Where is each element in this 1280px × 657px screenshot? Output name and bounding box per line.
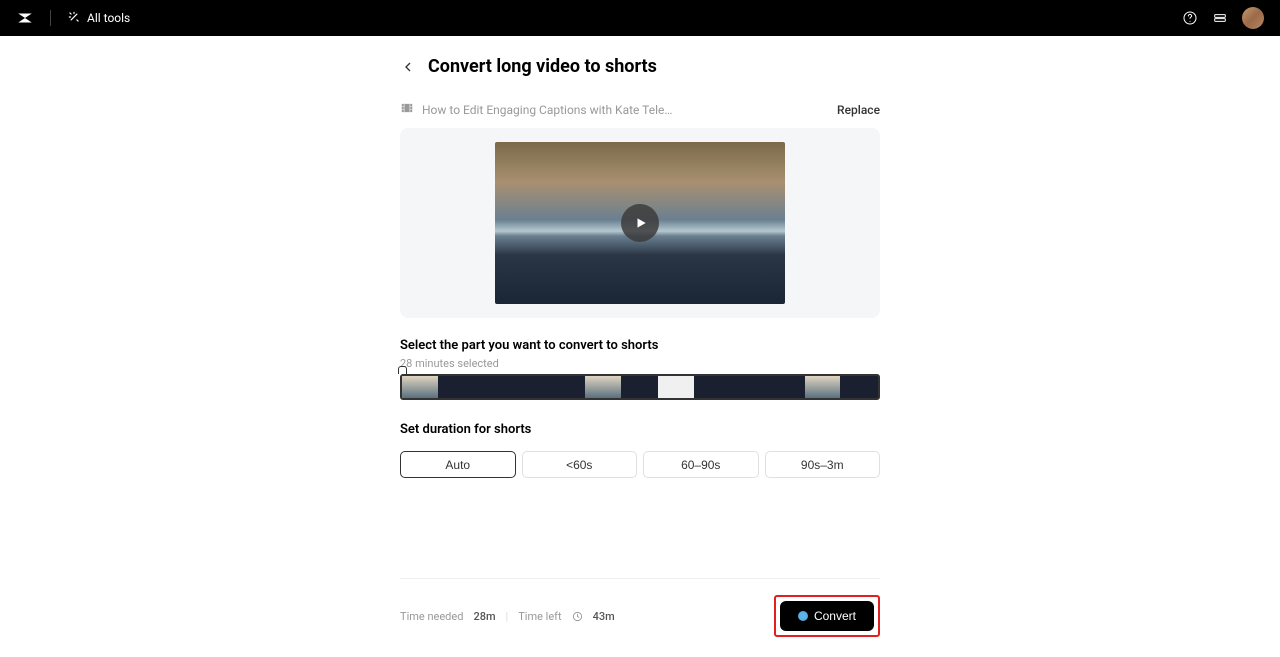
- duration-options: Auto <60s 60–90s 90s–3m: [400, 451, 880, 478]
- duration-selected-text: 28 minutes selected: [400, 357, 880, 370]
- convert-label: Convert: [814, 609, 856, 623]
- page-title: Convert long video to shorts: [428, 56, 657, 77]
- duration-option-60-90s[interactable]: 60–90s: [643, 451, 759, 478]
- timeline-frame: [402, 376, 439, 398]
- timeline-wrapper: [400, 374, 880, 400]
- header-right: [1182, 7, 1264, 29]
- convert-button[interactable]: Convert: [780, 601, 874, 631]
- timeline-frame: [658, 376, 695, 398]
- timeline-frame: [475, 376, 512, 398]
- avatar[interactable]: [1242, 7, 1264, 29]
- timeline-playhead[interactable]: [400, 366, 408, 374]
- timeline-frame: [695, 376, 732, 398]
- duration-option-90s-3m[interactable]: 90s–3m: [765, 451, 881, 478]
- time-left-label: Time left: [518, 610, 561, 623]
- video-preview-box: [400, 128, 880, 318]
- timeline-frame: [512, 376, 549, 398]
- convert-highlight: Convert: [774, 595, 880, 637]
- header-divider: [50, 10, 51, 26]
- time-needed-value: 28m: [473, 610, 495, 623]
- video-filename: How to Edit Engaging Captions with Kate …: [422, 103, 672, 117]
- help-icon[interactable]: [1182, 10, 1198, 26]
- wand-icon: [67, 10, 81, 27]
- page-title-row: Convert long video to shorts: [400, 56, 880, 77]
- timeline-frame: [439, 376, 476, 398]
- timeline-frame: [841, 376, 878, 398]
- footer-separator: |: [506, 610, 509, 623]
- video-thumbnail: [495, 142, 785, 304]
- footer: Time needed 28m | Time left 43m Convert: [400, 595, 880, 637]
- back-button[interactable]: [400, 59, 416, 75]
- app-header: All tools: [0, 0, 1280, 36]
- container: Convert long video to shorts How to Edit…: [400, 56, 880, 637]
- sparkle-icon: [798, 611, 808, 621]
- replace-button[interactable]: Replace: [837, 103, 880, 117]
- all-tools-label: All tools: [87, 11, 130, 25]
- time-needed-label: Time needed: [400, 610, 463, 623]
- select-part-label: Select the part you want to convert to s…: [400, 338, 880, 353]
- main-content: Convert long video to shorts How to Edit…: [0, 36, 1280, 657]
- clock-icon: [572, 610, 583, 623]
- timeline-frame: [768, 376, 805, 398]
- timeline-frame: [622, 376, 659, 398]
- video-file-icon: [400, 101, 414, 118]
- time-left-value: 43m: [593, 610, 615, 623]
- capcut-logo[interactable]: [16, 9, 34, 27]
- footer-info: Time needed 28m | Time left 43m: [400, 610, 615, 623]
- duration-option-auto[interactable]: Auto: [400, 451, 516, 478]
- video-info-row: How to Edit Engaging Captions with Kate …: [400, 101, 880, 118]
- duration-option-60s[interactable]: <60s: [522, 451, 638, 478]
- credits-icon[interactable]: [1212, 10, 1228, 26]
- play-button[interactable]: [621, 204, 659, 242]
- all-tools-button[interactable]: All tools: [67, 10, 130, 27]
- timeline-frame: [585, 376, 622, 398]
- video-info: How to Edit Engaging Captions with Kate …: [400, 101, 672, 118]
- timeline-frame: [548, 376, 585, 398]
- timeline-frame: [805, 376, 842, 398]
- set-duration-label: Set duration for shorts: [400, 422, 880, 437]
- footer-divider: [400, 578, 880, 579]
- timeline-selector[interactable]: [400, 374, 880, 400]
- header-left: All tools: [16, 9, 130, 27]
- timeline-frame: [731, 376, 768, 398]
